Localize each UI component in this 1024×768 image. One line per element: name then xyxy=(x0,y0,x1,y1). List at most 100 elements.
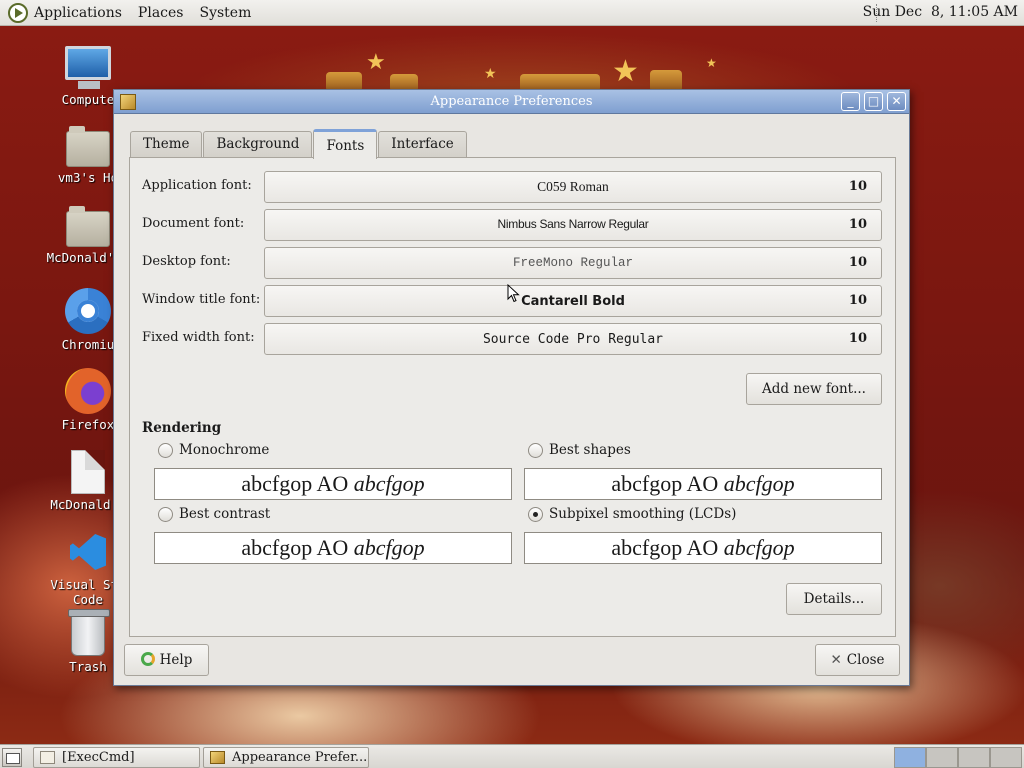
sparkle-decoration: ★ xyxy=(706,56,717,70)
sparkle-decoration: ★ xyxy=(612,54,639,89)
monochrome-option[interactable]: Monochrome xyxy=(158,442,269,458)
font-name: Cantarell Bold xyxy=(521,294,625,309)
minimize-button[interactable]: _ xyxy=(841,92,860,111)
sparkle-decoration: ★ xyxy=(484,66,497,82)
best-shapes-preview[interactable]: abcfgop AO abcfgop xyxy=(524,468,882,500)
best-contrast-option[interactable]: Best contrast xyxy=(158,506,270,522)
maximize-button[interactable]: □ xyxy=(864,92,883,111)
clock[interactable]: Sun Dec 8, 11:05 AM xyxy=(863,4,1018,20)
subpixel-smoothing-preview[interactable]: abcfgop AO abcfgop xyxy=(524,532,882,564)
preview-italic-text: abcfgop xyxy=(353,471,425,496)
preview-text: abcfgop AO xyxy=(241,471,354,496)
close-icon: ✕ xyxy=(891,94,902,108)
preview-italic-text: abcfgop xyxy=(353,535,425,560)
font-size: 10 xyxy=(848,255,867,270)
best-contrast-preview[interactable]: abcfgop AO abcfgop xyxy=(154,532,512,564)
font-size: 10 xyxy=(848,179,867,194)
vscode-icon xyxy=(66,530,110,574)
taskbar-item-label: [ExecCmd] xyxy=(62,750,135,765)
best-shapes-radio[interactable] xyxy=(528,442,543,458)
places-menu-label: Places xyxy=(137,4,184,21)
folder-icon xyxy=(66,206,110,247)
document-font-button[interactable]: Nimbus Sans Narrow Regular 10 xyxy=(264,209,882,241)
window-title-font-label: Window title font: xyxy=(142,292,261,307)
folder-icon xyxy=(40,751,55,764)
preview-italic-text: abcfgop xyxy=(723,471,795,496)
tab-background[interactable]: Background xyxy=(203,131,313,158)
minimize-icon: _ xyxy=(847,94,854,108)
add-new-font-button[interactable]: Add new font... xyxy=(746,373,882,405)
rendering-heading: Rendering xyxy=(142,420,222,436)
home-folder-icon xyxy=(66,126,110,167)
font-name: Nimbus Sans Narrow Regular xyxy=(497,217,649,231)
system-menu-label: System xyxy=(199,4,252,21)
desktop-font-label: Desktop font: xyxy=(142,254,231,269)
workspace-2[interactable] xyxy=(926,747,958,768)
appearance-app-icon xyxy=(210,751,225,764)
font-size: 10 xyxy=(848,217,867,232)
appearance-app-icon[interactable] xyxy=(120,94,136,110)
subpixel-smoothing-label: Subpixel smoothing (LCDs) xyxy=(549,506,737,522)
trash-icon xyxy=(68,609,110,656)
best-contrast-radio[interactable] xyxy=(158,506,173,522)
help-icon xyxy=(140,652,155,666)
close-button[interactable]: ✕ Close xyxy=(815,644,900,676)
preview-text: abcfgop AO xyxy=(241,535,354,560)
bottom-taskbar: [ExecCmd] Appearance Prefer... xyxy=(0,744,1024,768)
window-titlebar[interactable]: Appearance Preferences _ □ ✕ xyxy=(114,90,909,114)
fixed-width-font-label: Fixed width font: xyxy=(142,330,255,345)
workspace-switcher xyxy=(894,747,1022,768)
fixed-width-font-row: Fixed width font: Source Code Pro Regula… xyxy=(142,323,884,355)
fixed-width-font-button[interactable]: Source Code Pro Regular 10 xyxy=(264,323,882,355)
preview-text: abcfgop AO xyxy=(611,471,724,496)
top-panel: Applications Places System Sun Dec 8, 11… xyxy=(0,0,1024,26)
monochrome-radio[interactable] xyxy=(158,442,173,458)
taskbar-item-label: Appearance Prefer... xyxy=(232,750,368,765)
desktop-font-row: Desktop font: FreeMono Regular 10 xyxy=(142,247,884,279)
best-shapes-option[interactable]: Best shapes xyxy=(528,442,631,458)
applications-menu[interactable]: Applications xyxy=(8,2,122,23)
font-size: 10 xyxy=(848,293,867,308)
document-font-row: Document font: Nimbus Sans Narrow Regula… xyxy=(142,209,884,241)
font-name: FreeMono Regular xyxy=(512,256,634,270)
details-button[interactable]: Details... xyxy=(786,583,882,615)
application-font-button[interactable]: C059 Roman 10 xyxy=(264,171,882,203)
workspace-3[interactable] xyxy=(958,747,990,768)
document-font-label: Document font: xyxy=(142,216,245,231)
subpixel-smoothing-radio[interactable] xyxy=(528,506,543,522)
workspace-4[interactable] xyxy=(990,747,1022,768)
subpixel-smoothing-option[interactable]: Subpixel smoothing (LCDs) xyxy=(528,506,736,522)
close-icon: ✕ xyxy=(830,652,842,668)
maximize-icon: □ xyxy=(867,94,880,108)
applications-menu-label: Applications xyxy=(34,4,122,21)
taskbar-item-appearance[interactable]: Appearance Prefer... xyxy=(203,747,369,768)
chromium-icon xyxy=(65,288,111,334)
monochrome-label: Monochrome xyxy=(179,442,270,458)
close-window-button[interactable]: ✕ xyxy=(887,92,906,111)
system-menu[interactable]: System xyxy=(199,5,251,21)
show-desktop-button[interactable] xyxy=(2,748,22,767)
preview-italic-text: abcfgop xyxy=(723,535,795,560)
help-button[interactable]: Help xyxy=(124,644,209,676)
best-contrast-label: Best contrast xyxy=(179,506,271,522)
workspace-1[interactable] xyxy=(894,747,926,768)
monochrome-preview[interactable]: abcfgop AO abcfgop xyxy=(154,468,512,500)
taskbar-item-execcmd[interactable]: [ExecCmd] xyxy=(33,747,200,768)
firefox-icon xyxy=(65,368,111,414)
application-font-label: Application font: xyxy=(142,178,252,193)
tab-theme[interactable]: Theme xyxy=(130,131,203,158)
best-shapes-label: Best shapes xyxy=(549,442,631,458)
document-icon xyxy=(71,450,105,494)
desktop-font-button[interactable]: FreeMono Regular 10 xyxy=(264,247,882,279)
window-title-font-button[interactable]: Cantarell Bold 10 xyxy=(264,285,882,317)
font-name: C059 Roman xyxy=(537,179,609,194)
computer-icon xyxy=(65,46,111,89)
tab-bar: Theme Background Fonts Interface xyxy=(130,129,468,159)
appearance-preferences-window: Appearance Preferences _ □ ✕ Theme Backg… xyxy=(113,89,910,686)
tab-fonts[interactable]: Fonts xyxy=(313,129,378,159)
font-name: Source Code Pro Regular xyxy=(482,332,663,347)
fonts-tab-panel: Application font: C059 Roman 10 Document… xyxy=(129,157,896,637)
font-size: 10 xyxy=(848,331,867,346)
places-menu[interactable]: Places xyxy=(138,5,184,21)
tab-interface[interactable]: Interface xyxy=(378,131,467,158)
